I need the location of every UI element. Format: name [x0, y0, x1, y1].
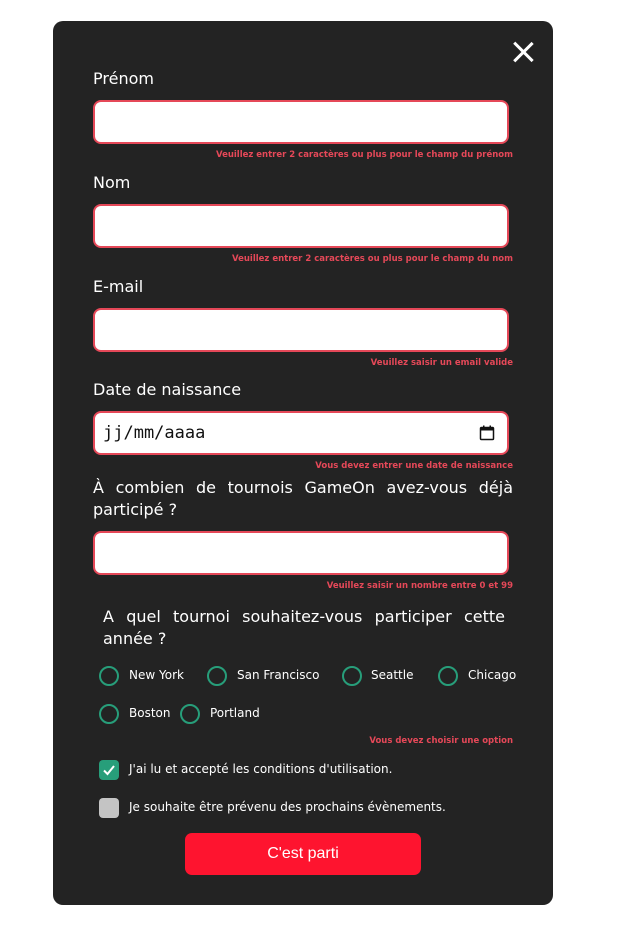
- email-label: E-mail: [93, 277, 144, 296]
- calendar-icon[interactable]: [479, 425, 495, 441]
- radio-label-boston: Boston: [129, 706, 171, 720]
- radio-label-san-francisco: San Francisco: [237, 668, 320, 682]
- radio-label-portland: Portland: [210, 706, 260, 720]
- last-name-label: Nom: [93, 173, 131, 192]
- submit-button[interactable]: C'est parti: [185, 833, 421, 875]
- birthdate-error: Vous devez entrer une date de naissance: [315, 461, 513, 471]
- birthdate-input[interactable]: jj/mm/aaaa: [93, 411, 509, 455]
- terms-checkbox[interactable]: [99, 760, 119, 780]
- radio-portland[interactable]: [180, 704, 200, 724]
- checkmark-icon: [103, 765, 115, 776]
- terms-label: J'ai lu et accepté les conditions d'util…: [129, 762, 393, 776]
- signup-modal: Prénom Veuillez entrer 2 caractères ou p…: [53, 21, 553, 905]
- first-name-label: Prénom: [93, 69, 154, 88]
- quantity-error: Veuillez saisir un nombre entre 0 et 99: [326, 581, 513, 591]
- close-icon[interactable]: [512, 41, 534, 63]
- first-name-input[interactable]: [93, 100, 509, 144]
- radio-boston[interactable]: [99, 704, 119, 724]
- radio-seattle[interactable]: [342, 666, 362, 686]
- quantity-label: À combien de tournois GameOn avez-vous d…: [93, 478, 513, 519]
- last-name-input[interactable]: [93, 204, 509, 248]
- radio-label-seattle: Seattle: [371, 668, 414, 682]
- newsletter-checkbox[interactable]: [99, 798, 119, 818]
- radio-label-new-york: New York: [129, 668, 184, 682]
- newsletter-label: Je souhaite être prévenu des prochains é…: [129, 800, 446, 814]
- birthdate-placeholder: jj/mm/aaaa: [103, 423, 206, 443]
- birthdate-label: Date de naissance: [93, 380, 242, 399]
- first-name-error: Veuillez entrer 2 caractères ou plus pou…: [215, 150, 513, 160]
- radio-label-chicago: Chicago: [468, 668, 517, 682]
- email-input[interactable]: [93, 308, 509, 352]
- radio-san-francisco[interactable]: [207, 666, 227, 686]
- last-name-error: Veuillez entrer 2 caractères ou plus pou…: [232, 254, 513, 264]
- quantity-input[interactable]: [93, 531, 509, 575]
- location-error: Vous devez choisir une option: [369, 736, 513, 746]
- email-error: Veuillez saisir un email valide: [370, 358, 513, 368]
- location-question: A quel tournoi souhaitez-vous participer…: [103, 607, 505, 648]
- radio-chicago[interactable]: [438, 666, 458, 686]
- radio-new-york[interactable]: [99, 666, 119, 686]
